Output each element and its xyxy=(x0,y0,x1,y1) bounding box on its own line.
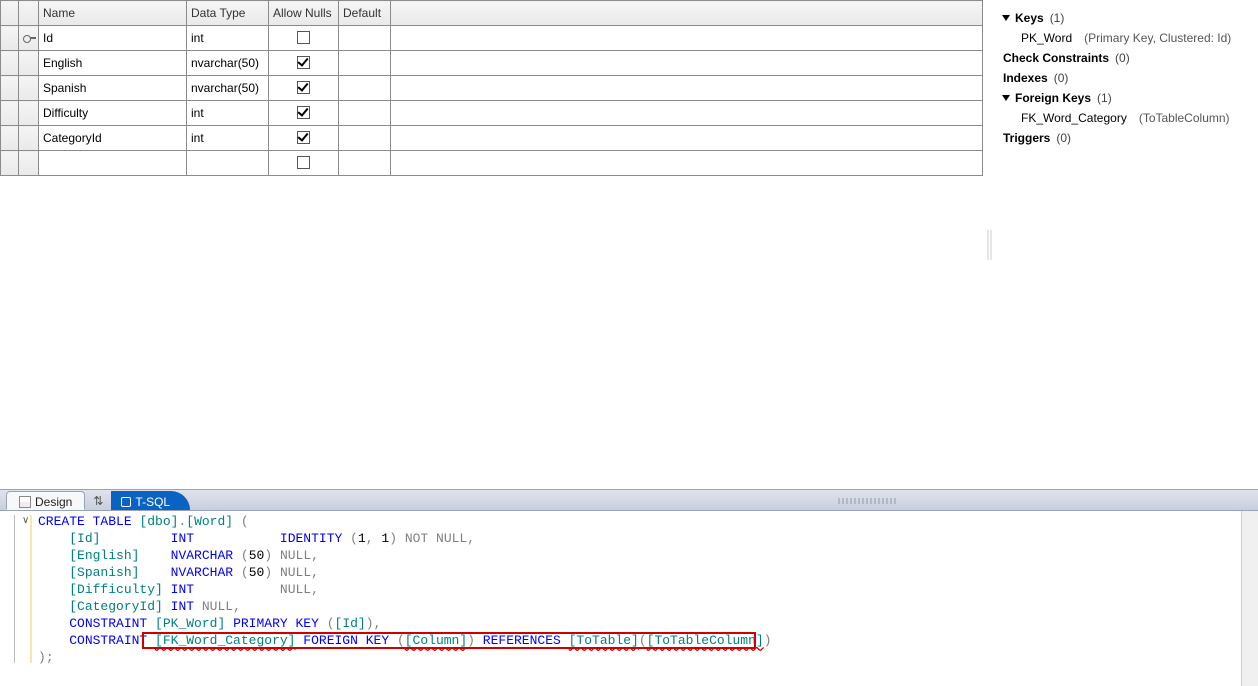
cell-allownulls[interactable] xyxy=(269,101,339,126)
cell-default[interactable] xyxy=(339,126,391,151)
foreign-keys-item[interactable]: FK_Word_Category (ToTableColumn) xyxy=(1003,108,1248,128)
triggers-header[interactable]: Triggers (0) xyxy=(1003,128,1248,148)
cell-allownulls[interactable] xyxy=(269,26,339,51)
indexes-header[interactable]: Indexes (0) xyxy=(1003,68,1248,88)
table-row[interactable]: CategoryIdint xyxy=(1,126,983,151)
cell-datatype[interactable]: int xyxy=(187,126,269,151)
pk-indicator xyxy=(19,26,39,51)
caret-down-icon xyxy=(1002,95,1010,101)
row-selector[interactable] xyxy=(1,51,19,76)
cell-name[interactable] xyxy=(39,151,187,176)
pk-indicator xyxy=(19,76,39,101)
check-constraints-header[interactable]: Check Constraints (0) xyxy=(1003,48,1248,68)
table-designer-grid[interactable]: Name Data Type Allow Nulls Default Idint… xyxy=(0,0,983,489)
key-icon xyxy=(23,35,36,41)
checkbox-icon[interactable] xyxy=(297,81,310,94)
cell-name[interactable]: Id xyxy=(39,26,187,51)
designer-tab-strip: Design ⇅ T-SQL xyxy=(0,489,1258,511)
cell-name[interactable]: Spanish xyxy=(39,76,187,101)
cell-datatype[interactable]: int xyxy=(187,101,269,126)
pk-indicator xyxy=(19,101,39,126)
cell-datatype[interactable]: nvarchar(50) xyxy=(187,76,269,101)
checkbox-icon[interactable] xyxy=(297,31,310,44)
cell-allownulls[interactable] xyxy=(269,51,339,76)
tab-design[interactable]: Design xyxy=(6,491,85,510)
row-selector[interactable] xyxy=(1,101,19,126)
vertical-scrollbar[interactable] xyxy=(1241,511,1258,686)
design-icon xyxy=(19,496,31,508)
tab-swap-button[interactable]: ⇅ xyxy=(85,491,111,510)
tsql-icon xyxy=(121,497,131,507)
code-gutter: ∨ xyxy=(0,511,34,686)
cell-datatype[interactable]: nvarchar(50) xyxy=(187,51,269,76)
tab-tsql[interactable]: T-SQL xyxy=(111,491,190,510)
checkbox-icon[interactable] xyxy=(297,156,310,169)
row-selector[interactable] xyxy=(1,151,19,176)
table-row[interactable]: Difficultyint xyxy=(1,101,983,126)
table-row[interactable]: Spanishnvarchar(50) xyxy=(1,76,983,101)
pk-indicator xyxy=(19,126,39,151)
foreign-keys-header[interactable]: Foreign Keys (1) xyxy=(1003,88,1248,108)
checkbox-icon[interactable] xyxy=(297,131,310,144)
cell-default[interactable] xyxy=(339,51,391,76)
pk-indicator xyxy=(19,51,39,76)
cell-datatype[interactable]: int xyxy=(187,26,269,51)
caret-down-icon xyxy=(1002,15,1010,21)
horizontal-splitter-handle[interactable] xyxy=(838,498,898,504)
cell-allownulls[interactable] xyxy=(269,126,339,151)
vertical-splitter[interactable] xyxy=(983,0,993,489)
cell-default[interactable] xyxy=(339,101,391,126)
grid-header-row: Name Data Type Allow Nulls Default xyxy=(1,1,983,26)
sql-editor[interactable]: CREATE TABLE [dbo].[Word] ( [Id] INT IDE… xyxy=(34,511,1241,686)
fold-toggle-icon[interactable]: ∨ xyxy=(22,515,29,526)
cell-name[interactable]: English xyxy=(39,51,187,76)
col-header-default[interactable]: Default xyxy=(339,1,391,26)
table-row[interactable]: Englishnvarchar(50) xyxy=(1,51,983,76)
keys-item[interactable]: PK_Word (Primary Key, Clustered: Id) xyxy=(1003,28,1248,48)
cell-allownulls[interactable] xyxy=(269,151,339,176)
table-row[interactable]: Idint xyxy=(1,26,983,51)
cell-name[interactable]: Difficulty xyxy=(39,101,187,126)
col-header-allownulls[interactable]: Allow Nulls xyxy=(269,1,339,26)
cell-default[interactable] xyxy=(339,76,391,101)
properties-panel: Keys (1) PK_Word (Primary Key, Clustered… xyxy=(993,0,1258,489)
table-row-new[interactable] xyxy=(1,151,983,176)
keys-header[interactable]: Keys (1) xyxy=(1003,8,1248,28)
cell-datatype[interactable] xyxy=(187,151,269,176)
col-header-datatype[interactable]: Data Type xyxy=(187,1,269,26)
cell-default[interactable] xyxy=(339,151,391,176)
checkbox-icon[interactable] xyxy=(297,56,310,69)
col-header-name[interactable]: Name xyxy=(39,1,187,26)
cell-default[interactable] xyxy=(339,26,391,51)
cell-allownulls[interactable] xyxy=(269,76,339,101)
row-selector[interactable] xyxy=(1,26,19,51)
row-selector[interactable] xyxy=(1,76,19,101)
checkbox-icon[interactable] xyxy=(297,106,310,119)
row-selector[interactable] xyxy=(1,126,19,151)
cell-name[interactable]: CategoryId xyxy=(39,126,187,151)
